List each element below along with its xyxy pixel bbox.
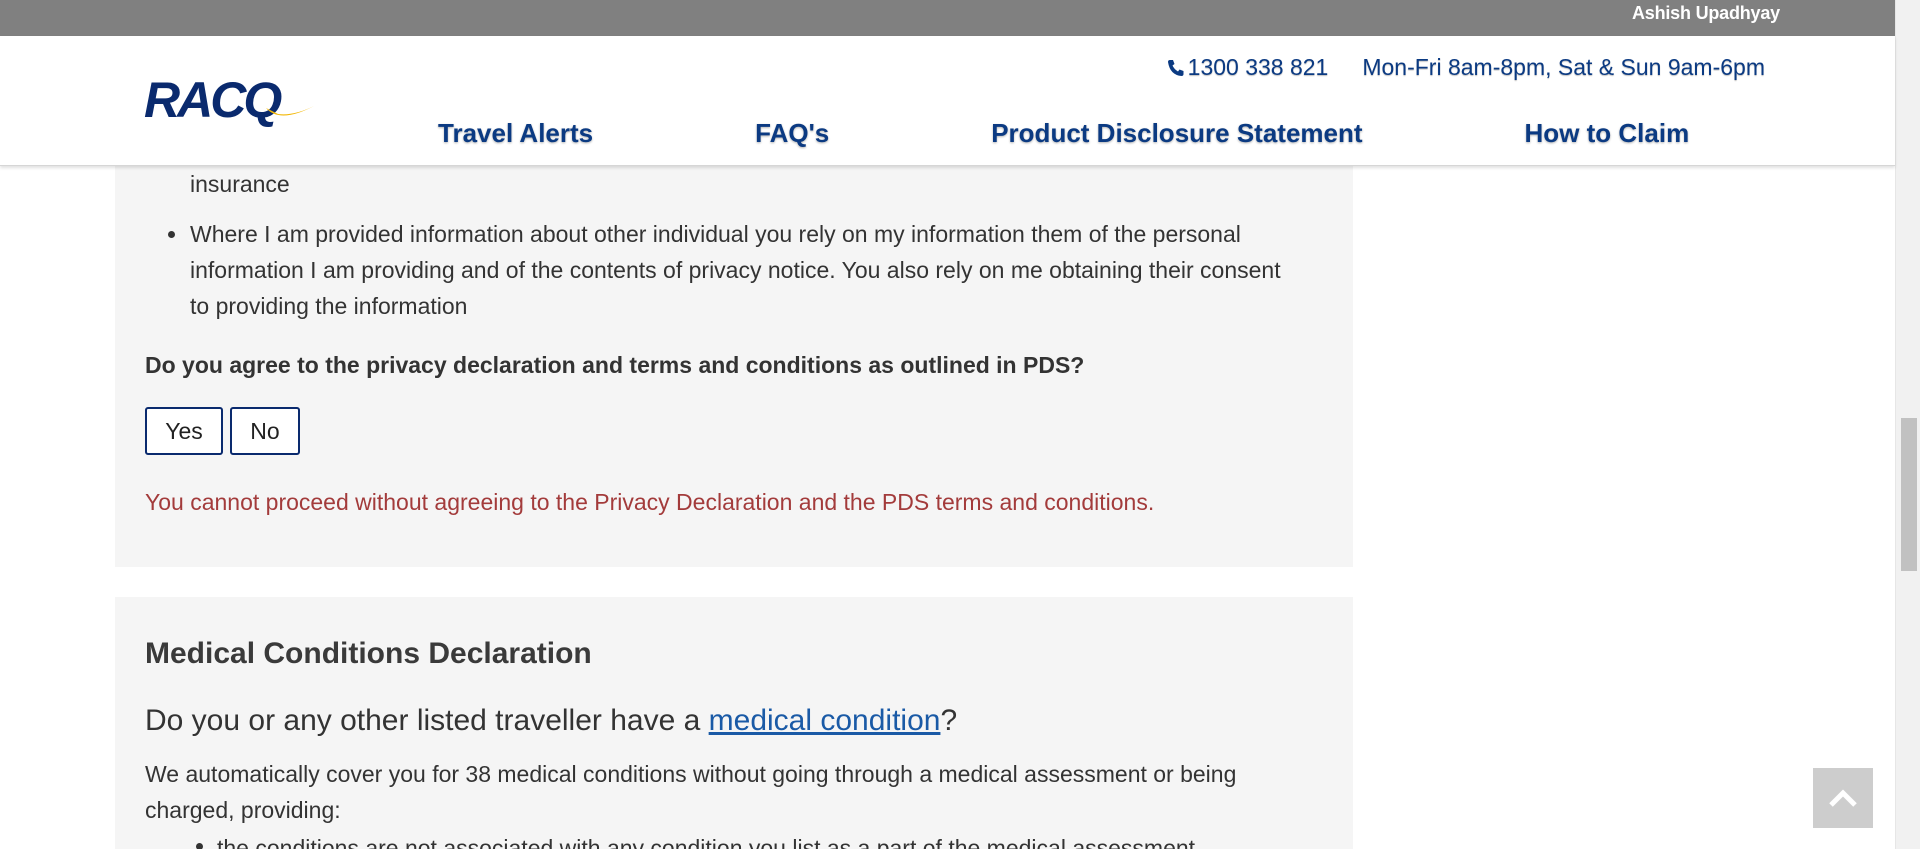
bullet-dot: [168, 231, 175, 238]
agree-no-button[interactable]: No: [230, 407, 300, 455]
phone-number: 1300 338 821: [1187, 54, 1329, 80]
privacy-bullet-tail: insurance: [190, 171, 290, 197]
chevron-up-icon: [1829, 789, 1857, 807]
medical-paragraph: We automatically cover you for 38 medica…: [145, 761, 1237, 823]
page-scrollbar[interactable]: [1895, 0, 1920, 849]
phone-link[interactable]: 1300 338 821: [1166, 54, 1329, 81]
racq-logo[interactable]: RACQ: [144, 75, 314, 125]
main-nav: Travel Alerts FAQ's Product Disclosure S…: [438, 118, 1689, 149]
medical-question-suffix: ?: [940, 704, 958, 737]
bullet-dot: [196, 843, 203, 849]
scrollbar-thumb[interactable]: [1901, 418, 1917, 571]
privacy-error-message: You cannot proceed without agreeing to t…: [145, 489, 1155, 515]
contact-info: 1300 338 821 Mon-Fri 8am-8pm, Sat & Sun …: [1166, 54, 1765, 81]
privacy-bullet: Where I am provided information about ot…: [190, 221, 1281, 319]
medical-section-title: Medical Conditions Declaration: [145, 637, 592, 670]
back-to-top-button[interactable]: [1813, 768, 1873, 828]
opening-hours: Mon-Fri 8am-8pm, Sat & Sun 9am-6pm: [1362, 54, 1765, 80]
medical-question: Do you or any other listed traveller hav…: [145, 704, 957, 738]
nav-faqs[interactable]: FAQ's: [755, 118, 829, 149]
medical-question-prefix: Do you or any other listed traveller hav…: [145, 704, 709, 737]
medical-condition-link[interactable]: medical condition: [709, 704, 941, 737]
nav-travel-alerts[interactable]: Travel Alerts: [438, 118, 593, 149]
user-bar: Ashish Upadhyay: [0, 0, 1895, 36]
nav-product-disclosure-statement[interactable]: Product Disclosure Statement: [991, 118, 1362, 149]
phone-icon: [1167, 59, 1184, 76]
privacy-question: Do you agree to the privacy declaration …: [145, 352, 1085, 378]
user-name[interactable]: Ashish Upadhyay: [1632, 3, 1780, 24]
logo-swoosh-icon: [266, 106, 314, 116]
medical-bullet: the conditions are not associated with a…: [217, 835, 1196, 849]
agree-yes-button[interactable]: Yes: [145, 407, 223, 455]
site-header: RACQ 1300 338 821 Mon-Fri 8am-8pm, Sat &…: [0, 36, 1895, 166]
logo-text: RACQ: [144, 72, 282, 128]
nav-how-to-claim[interactable]: How to Claim: [1525, 118, 1690, 149]
